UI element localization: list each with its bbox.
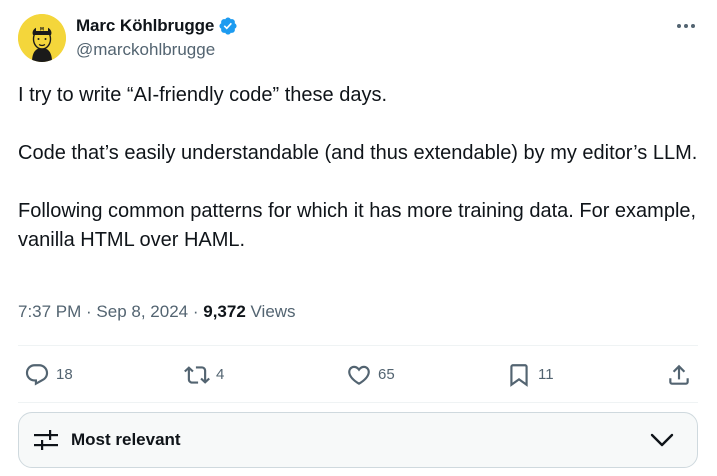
action-bar: 18 4 65 11 bbox=[18, 346, 698, 403]
svg-text:M: M bbox=[40, 26, 44, 31]
author-name-row: Marc Köhlbrugge bbox=[76, 15, 238, 37]
verified-badge-icon[interactable] bbox=[218, 16, 238, 36]
avatar[interactable]: M bbox=[18, 14, 66, 62]
more-options-button[interactable] bbox=[675, 16, 697, 36]
repost-icon bbox=[184, 365, 210, 384]
reply-sort-dropdown[interactable]: Most relevant bbox=[18, 412, 698, 468]
tweet-paragraph: Code that’s easily understandable (and t… bbox=[18, 142, 698, 164]
tweet-date[interactable]: Sep 8, 2024 bbox=[96, 302, 188, 322]
tweet-text: I try to write “AI-friendly code” these … bbox=[18, 81, 708, 255]
share-icon bbox=[669, 364, 689, 385]
repost-count: 4 bbox=[216, 366, 225, 383]
sliders-icon bbox=[34, 430, 58, 450]
chevron-down-icon bbox=[650, 433, 674, 447]
share-button[interactable] bbox=[666, 346, 692, 403]
reply-button[interactable]: 18 bbox=[24, 346, 73, 403]
tweet-paragraph: I try to write “AI-friendly code” these … bbox=[18, 84, 388, 106]
views-count: 9,372 bbox=[203, 302, 246, 321]
meta-separator: · bbox=[81, 302, 97, 321]
tweet-time[interactable]: 7:37 PM bbox=[18, 302, 81, 322]
avatar-illustration: M bbox=[18, 14, 66, 62]
bookmark-button[interactable]: 11 bbox=[506, 346, 554, 403]
bookmark-count: 11 bbox=[538, 366, 554, 383]
like-button[interactable]: 65 bbox=[346, 346, 395, 403]
more-dots-icon bbox=[677, 24, 695, 28]
divider bbox=[18, 402, 698, 403]
heart-icon bbox=[348, 365, 370, 385]
reply-icon bbox=[25, 363, 49, 386]
repost-button[interactable]: 4 bbox=[184, 346, 224, 403]
like-count: 65 bbox=[378, 366, 395, 383]
reply-count: 18 bbox=[56, 366, 73, 383]
tweet-meta: 7:37 PM · Sep 8, 2024 · 9,372 Views bbox=[18, 302, 296, 322]
sort-label: Most relevant bbox=[71, 430, 181, 449]
bookmark-icon bbox=[510, 363, 528, 387]
author-handle[interactable]: @marckohlbrugge bbox=[76, 40, 215, 60]
meta-separator: · bbox=[188, 302, 204, 321]
author-display-name[interactable]: Marc Köhlbrugge bbox=[76, 16, 214, 36]
views-label: Views bbox=[245, 302, 296, 321]
tweet-paragraph: Following common patterns for which it h… bbox=[18, 200, 697, 251]
